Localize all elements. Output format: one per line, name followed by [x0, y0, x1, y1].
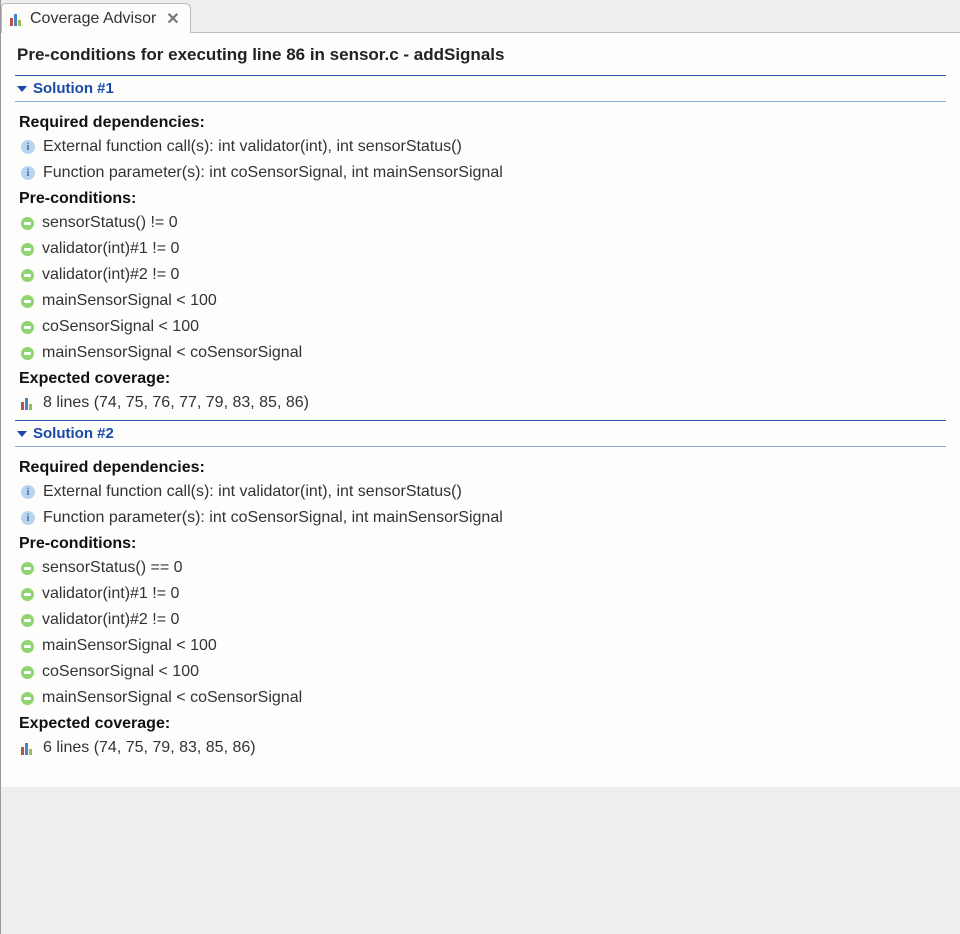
- info-icon: i: [21, 485, 35, 499]
- precondition-row: coSensorSignal < 100: [19, 659, 946, 685]
- precondition-text: coSensorSignal < 100: [42, 318, 199, 336]
- ok-icon: [21, 692, 34, 705]
- coverage-row: 8 lines (74, 75, 76, 77, 79, 83, 85, 86): [19, 390, 946, 416]
- ok-icon: [21, 295, 34, 308]
- solution-header[interactable]: Solution #2: [15, 420, 946, 447]
- info-icon: i: [21, 166, 35, 180]
- ok-icon: [21, 640, 34, 653]
- chart-icon: [21, 396, 35, 410]
- precondition-text: validator(int)#1 != 0: [42, 240, 179, 258]
- chevron-down-icon: [17, 431, 27, 437]
- coverage-row: 6 lines (74, 75, 79, 83, 85, 86): [19, 735, 946, 761]
- info-icon: i: [21, 511, 35, 525]
- page-title: Pre-conditions for executing line 86 in …: [15, 43, 946, 73]
- solution-title: Solution #2: [33, 425, 114, 442]
- dependency-row: i Function parameter(s): int coSensorSign…: [19, 505, 946, 531]
- precondition-row: validator(int)#1 != 0: [19, 236, 946, 262]
- tab-coverage-advisor[interactable]: Coverage Advisor ✕: [1, 3, 191, 33]
- ok-icon: [21, 269, 34, 282]
- precondition-row: validator(int)#2 != 0: [19, 607, 946, 633]
- precondition-text: mainSensorSignal < coSensorSignal: [42, 689, 302, 707]
- precondition-row: sensorStatus() == 0: [19, 555, 946, 581]
- coverage-text: 6 lines (74, 75, 79, 83, 85, 86): [43, 739, 256, 757]
- precondition-row: validator(int)#2 != 0: [19, 262, 946, 288]
- precondition-row: mainSensorSignal < 100: [19, 288, 946, 314]
- expected-coverage-label: Expected coverage:: [19, 711, 946, 735]
- solution-title: Solution #1: [33, 80, 114, 97]
- expected-coverage-label: Expected coverage:: [19, 366, 946, 390]
- ok-icon: [21, 614, 34, 627]
- dependency-text: External function call(s): int validator…: [43, 138, 462, 156]
- precondition-text: coSensorSignal < 100: [42, 663, 199, 681]
- dependency-row: i Function parameter(s): int coSensorSign…: [19, 160, 946, 186]
- dependency-text: External function call(s): int validator…: [43, 483, 462, 501]
- dependency-text: Function parameter(s): int coSensorSigna…: [43, 509, 503, 527]
- chevron-down-icon: [17, 86, 27, 92]
- ok-icon: [21, 321, 34, 334]
- precondition-text: validator(int)#1 != 0: [42, 585, 179, 603]
- ok-icon: [21, 217, 34, 230]
- precondition-row: coSensorSignal < 100: [19, 314, 946, 340]
- precondition-text: mainSensorSignal < coSensorSignal: [42, 344, 302, 362]
- dependency-row: i External function call(s): int validato…: [19, 479, 946, 505]
- chart-icon: [10, 12, 24, 26]
- precondition-text: mainSensorSignal < 100: [42, 292, 217, 310]
- tab-strip: Coverage Advisor ✕: [1, 0, 960, 32]
- chart-icon: [21, 741, 35, 755]
- ok-icon: [21, 666, 34, 679]
- precondition-row: mainSensorSignal < coSensorSignal: [19, 340, 946, 366]
- precondition-row: sensorStatus() != 0: [19, 210, 946, 236]
- precondition-row: validator(int)#1 != 0: [19, 581, 946, 607]
- tab-title: Coverage Advisor: [30, 10, 156, 28]
- content-area: Pre-conditions for executing line 86 in …: [1, 32, 960, 787]
- ok-icon: [21, 347, 34, 360]
- required-dependencies-label: Required dependencies:: [19, 110, 946, 134]
- precondition-text: sensorStatus() != 0: [42, 214, 178, 232]
- ok-icon: [21, 243, 34, 256]
- ok-icon: [21, 562, 34, 575]
- preconditions-label: Pre-conditions:: [19, 186, 946, 210]
- info-icon: i: [21, 140, 35, 154]
- coverage-advisor-pane: Coverage Advisor ✕ Pre-conditions for ex…: [0, 0, 960, 934]
- precondition-row: mainSensorSignal < coSensorSignal: [19, 685, 946, 711]
- solution-body: Required dependencies: i External function…: [15, 447, 946, 763]
- close-icon[interactable]: ✕: [166, 9, 179, 29]
- solution-body: Required dependencies: i External function…: [15, 102, 946, 418]
- dependency-row: i External function call(s): int validato…: [19, 134, 946, 160]
- ok-icon: [21, 588, 34, 601]
- preconditions-label: Pre-conditions:: [19, 531, 946, 555]
- required-dependencies-label: Required dependencies:: [19, 455, 946, 479]
- solution-header[interactable]: Solution #1: [15, 75, 946, 102]
- precondition-text: mainSensorSignal < 100: [42, 637, 217, 655]
- precondition-row: mainSensorSignal < 100: [19, 633, 946, 659]
- dependency-text: Function parameter(s): int coSensorSigna…: [43, 164, 503, 182]
- precondition-text: validator(int)#2 != 0: [42, 611, 179, 629]
- coverage-text: 8 lines (74, 75, 76, 77, 79, 83, 85, 86): [43, 394, 309, 412]
- precondition-text: validator(int)#2 != 0: [42, 266, 179, 284]
- precondition-text: sensorStatus() == 0: [42, 559, 183, 577]
